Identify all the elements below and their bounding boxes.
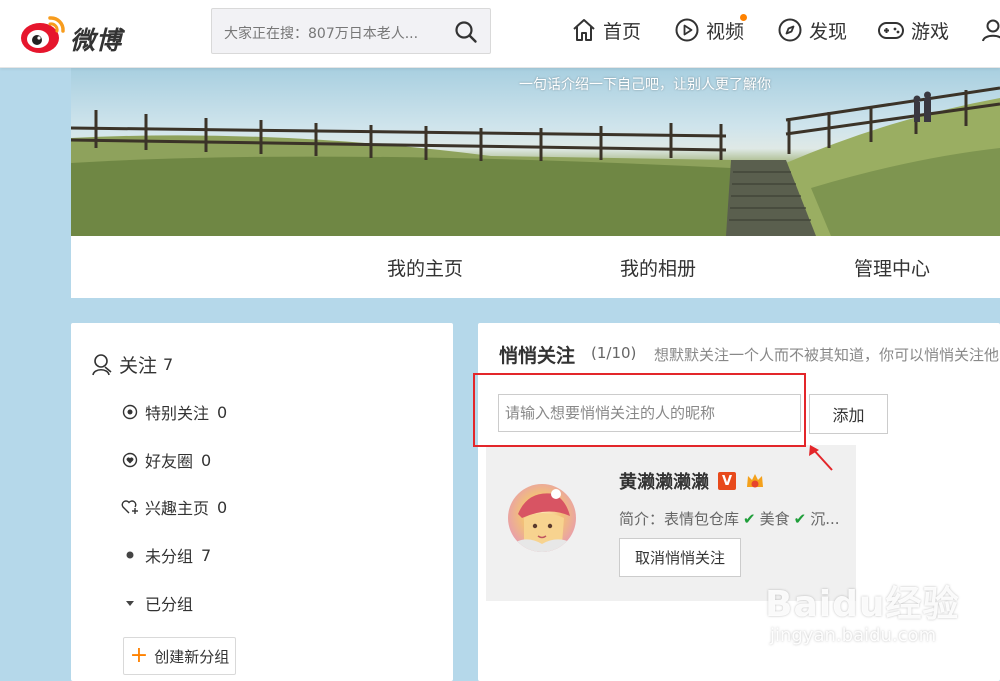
secret-follow-panel: 悄悄关注 (1/10) 想默默关注一个人而不被其知道，你可以悄悄关注他 添加 黄… — [478, 323, 1000, 681]
group-label: 未分组 — [145, 547, 194, 566]
group-label: 特别关注 — [145, 404, 210, 423]
nav-games-label: 游戏 — [911, 20, 950, 43]
group-label: 兴趣主页 — [145, 499, 210, 518]
group-special-follow[interactable]: 特别关注 0 — [121, 400, 227, 424]
group-count: 0 — [201, 450, 212, 470]
follow-groups-panel: 关注 7 特别关注 0 好友圈 0 兴趣主页 0 未分组 7 已分组 + 创建新… — [71, 323, 453, 681]
follow-header[interactable]: 关注 7 — [91, 351, 173, 378]
group-interest-pages[interactable]: 兴趣主页 0 — [121, 495, 227, 519]
checkmark-icon: ✔ — [793, 509, 807, 528]
weibo-logo[interactable]: 微博 — [20, 12, 130, 56]
nav-profile[interactable] — [980, 12, 1000, 48]
follow-count: 7 — [163, 355, 174, 374]
weibo-eye-icon — [21, 16, 65, 53]
group-ungrouped[interactable]: 未分组 7 — [121, 543, 211, 567]
compass-icon — [777, 17, 803, 43]
group-grouped[interactable]: 已分组 — [121, 591, 193, 615]
user-avatar[interactable] — [508, 484, 576, 552]
arrow-icon — [809, 445, 833, 471]
bio-text: 简介：表情包仓库 — [619, 510, 740, 528]
panel-description: 想默默关注一个人而不被其知道，你可以悄悄关注他 — [654, 346, 1000, 364]
nav-games[interactable]: 游戏 — [877, 12, 949, 48]
search-hot-text[interactable]: 大家正在搜：807万日本老人... — [224, 23, 449, 43]
plus-icon: + — [129, 643, 149, 668]
nav-video[interactable]: 视频 — [674, 12, 747, 48]
nav-home-label: 首页 — [603, 20, 642, 43]
group-count: 0 — [217, 497, 228, 517]
nav-video-label: 视频 — [706, 20, 745, 43]
dot-icon — [121, 550, 139, 560]
add-button[interactable]: 添加 — [809, 394, 888, 434]
user-icon — [980, 17, 1000, 43]
nickname-input[interactable] — [498, 394, 801, 432]
search-box[interactable]: 大家正在搜：807万日本老人... — [211, 8, 491, 54]
tab-my-homepage[interactable]: 我的主页 — [387, 254, 463, 281]
bio-text-3: 沉... — [810, 510, 840, 528]
user-name-row: 黄濑濑濑濑 V — [619, 468, 766, 494]
user-bio: 简介：表情包仓库 ✔ 美食 ✔ 沉... — [619, 508, 840, 529]
group-label: 好友圈 — [145, 452, 194, 471]
checkmark-icon: ✔ — [743, 509, 756, 528]
profile-tagline[interactable]: 一句话介绍一下自己吧，让别人更了解你 — [519, 74, 771, 94]
notification-dot — [740, 14, 747, 21]
profile-tabs-bar: 我的主页 我的相册 管理中心 — [71, 236, 1000, 298]
home-icon — [571, 17, 597, 43]
tab-management-center[interactable]: 管理中心 — [854, 254, 930, 281]
nav-home[interactable]: 首页 — [571, 12, 641, 48]
follow-person-icon — [91, 353, 113, 377]
user-name[interactable]: 黄濑濑濑濑 — [619, 468, 709, 494]
create-group-button[interactable]: + 创建新分组 — [123, 637, 236, 675]
brand-name: 微博 — [70, 26, 123, 55]
tab-my-albums[interactable]: 我的相册 — [620, 254, 696, 281]
eye-icon — [121, 404, 139, 420]
bio-text-2: 美食 — [759, 510, 790, 528]
secret-follow-counter: (1/10) — [591, 344, 637, 362]
heart-plus-icon — [121, 499, 139, 515]
group-friends-circle[interactable]: 好友圈 0 — [121, 448, 211, 472]
heart-circle-icon — [121, 452, 139, 468]
gamepad-icon — [877, 17, 905, 43]
group-count: 7 — [201, 545, 212, 565]
video-icon — [674, 17, 700, 43]
panel-title: 悄悄关注 — [499, 345, 576, 367]
top-navigation-bar: 微博 大家正在搜：807万日本老人... 首页 视频 发现 游戏 — [0, 0, 1000, 68]
profile-cover-image: 一句话介绍一下自己吧，让别人更了解你 — [71, 68, 1000, 236]
search-icon[interactable] — [454, 20, 478, 44]
nav-discover-label: 发现 — [809, 20, 848, 43]
follow-label: 关注 — [119, 355, 158, 377]
nav-discover[interactable]: 发现 — [777, 12, 847, 48]
member-crown-icon — [744, 470, 766, 492]
group-count: 0 — [217, 402, 228, 422]
cancel-secret-follow-button[interactable]: 取消悄悄关注 — [619, 538, 741, 577]
create-group-label: 创建新分组 — [154, 647, 230, 666]
group-label: 已分组 — [145, 595, 194, 614]
triangle-down-icon — [121, 598, 139, 608]
verified-badge-icon: V — [718, 472, 736, 490]
